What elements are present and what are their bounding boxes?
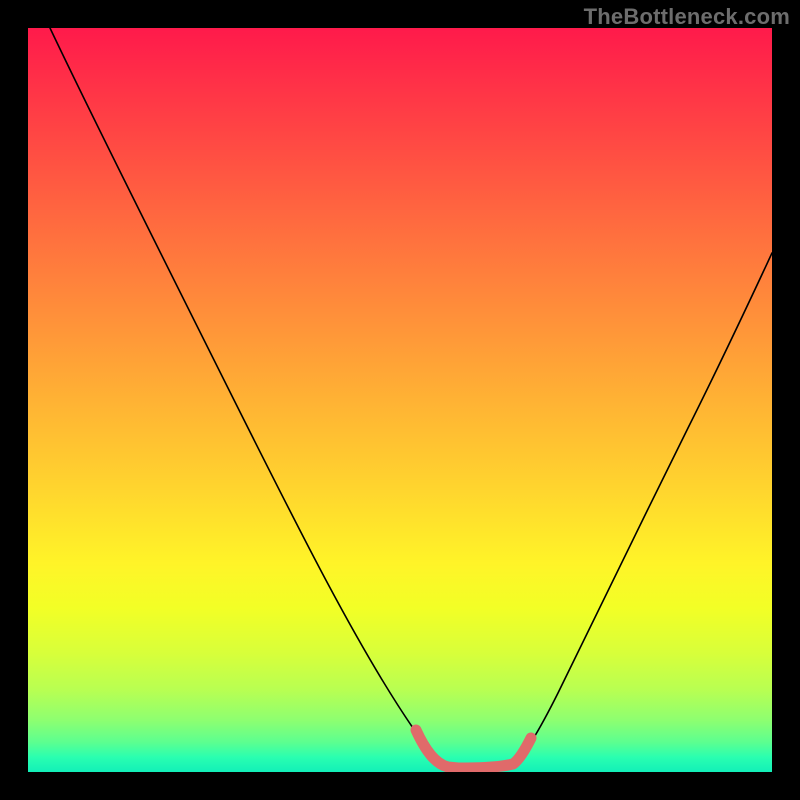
curve-svg xyxy=(28,28,772,772)
watermark-text: TheBottleneck.com xyxy=(584,4,790,30)
min-plateau-highlight xyxy=(416,730,531,768)
chart-frame: TheBottleneck.com xyxy=(0,0,800,800)
bottleneck-curve xyxy=(50,28,772,768)
plot-area xyxy=(28,28,772,772)
